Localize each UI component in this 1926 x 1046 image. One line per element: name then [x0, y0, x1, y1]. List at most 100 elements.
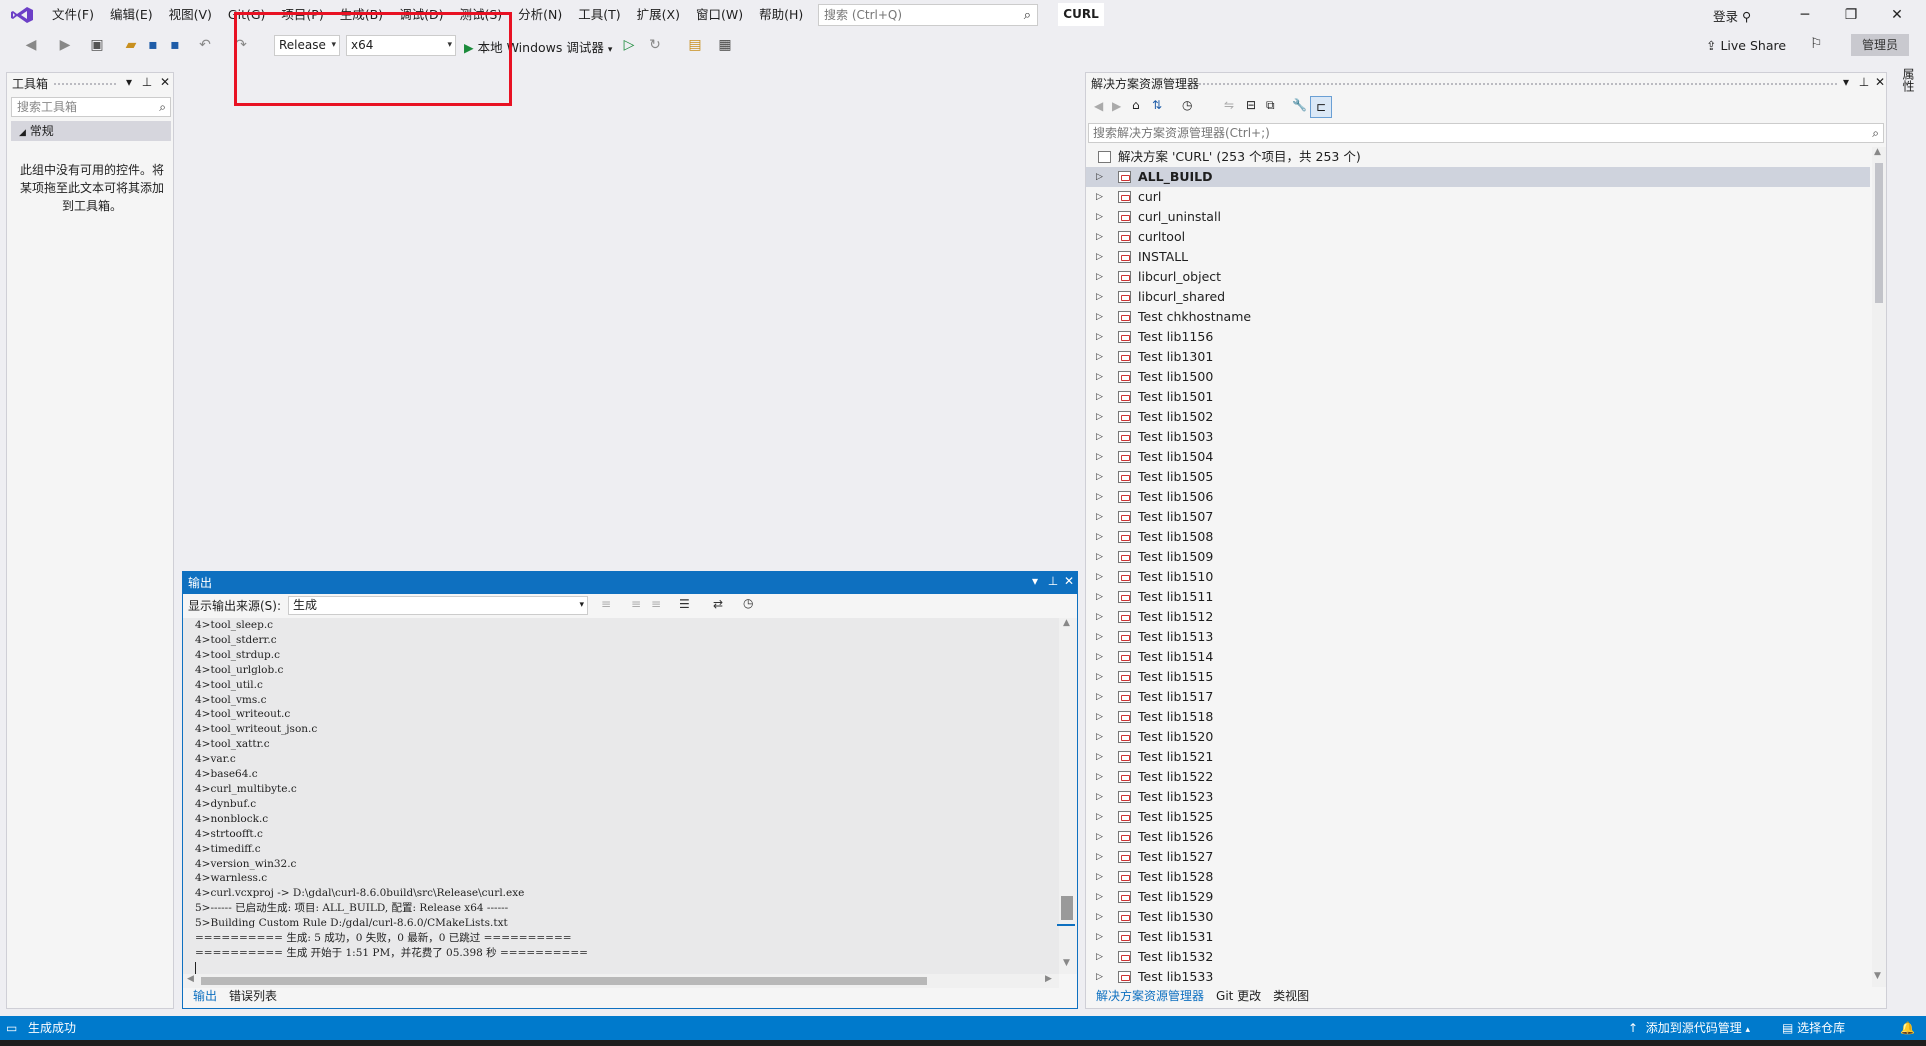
notifications-icon[interactable]: 🔔	[1900, 1016, 1915, 1040]
expand-icon[interactable]: ▷	[1096, 467, 1103, 487]
project-item[interactable]: ▷ Test lib1511	[1086, 587, 1870, 607]
source-control-button[interactable]: ↑ 添加到源代码管理 ▴	[1628, 1016, 1750, 1042]
undo-icon[interactable]: ↶	[196, 36, 214, 54]
project-item[interactable]: ▷ Test lib1508	[1086, 527, 1870, 547]
forward-icon[interactable]: ▶	[56, 36, 74, 54]
expand-icon[interactable]: ▷	[1096, 827, 1103, 847]
menu-item[interactable]: 编辑(E)	[102, 0, 161, 30]
project-item[interactable]: ▷ Test lib1520	[1086, 727, 1870, 747]
expand-icon[interactable]: ▷	[1096, 187, 1103, 207]
expand-icon[interactable]: ▷	[1096, 167, 1103, 187]
expand-icon[interactable]: ▷	[1096, 787, 1103, 807]
open-folder-icon[interactable]: ▰	[122, 36, 140, 54]
expand-icon[interactable]: ▷	[1096, 347, 1103, 367]
expand-icon[interactable]: ▷	[1096, 247, 1103, 267]
project-item[interactable]: ▷ libcurl_shared	[1086, 287, 1870, 307]
scroll-down-icon[interactable]: ▼	[1063, 958, 1070, 968]
close-window-button[interactable]: ✕	[1874, 0, 1920, 30]
project-item[interactable]: ▷ Test lib1301	[1086, 347, 1870, 367]
sync-icon[interactable]: ⇋	[1224, 98, 1234, 112]
preview-icon[interactable]: ⊏	[1310, 96, 1332, 118]
back-icon[interactable]: ◀	[22, 36, 40, 54]
pin-icon[interactable]: ⊥	[139, 75, 155, 89]
output-vertical-scrollbar[interactable]: ▲ ▼	[1057, 618, 1077, 974]
scroll-thumb[interactable]	[1061, 896, 1073, 920]
scroll-thumb[interactable]	[1875, 163, 1883, 303]
repo-button[interactable]: ▤ 选择仓库	[1782, 1016, 1845, 1040]
project-item[interactable]: ▷ curl	[1086, 187, 1870, 207]
expand-icon[interactable]: ▷	[1096, 967, 1103, 987]
expand-icon[interactable]: ▷	[1096, 687, 1103, 707]
scroll-right-icon[interactable]: ▶	[1045, 974, 1052, 984]
clock-icon[interactable]: ◷	[743, 596, 753, 610]
project-item[interactable]: ▷ curltool	[1086, 227, 1870, 247]
expand-icon[interactable]: ▷	[1096, 667, 1103, 687]
word-wrap-icon[interactable]: ⇄	[713, 597, 723, 611]
show-all-files-icon[interactable]: ⧉	[1266, 98, 1275, 113]
expand-icon[interactable]: ▷	[1096, 727, 1103, 747]
expand-icon[interactable]: ▷	[1096, 607, 1103, 627]
menu-item[interactable]: 文件(F)	[44, 0, 102, 30]
expand-icon[interactable]: ▷	[1096, 847, 1103, 867]
expand-icon[interactable]: ▷	[1096, 387, 1103, 407]
expand-icon[interactable]: ▷	[1096, 207, 1103, 227]
chevron-down-icon[interactable]: ▾	[1838, 75, 1854, 89]
close-icon[interactable]: ✕	[1061, 574, 1077, 588]
pending-changes-icon[interactable]: ◷	[1182, 98, 1192, 112]
browse-icon[interactable]: ▤	[686, 36, 704, 54]
expand-icon[interactable]: ▷	[1096, 947, 1103, 967]
close-icon[interactable]: ✕	[1872, 75, 1888, 89]
home-icon[interactable]: ⌂	[1132, 98, 1140, 112]
start-without-debugging-icon[interactable]: ▷	[620, 36, 638, 54]
minimize-button[interactable]: ─	[1782, 0, 1828, 30]
prev-message-icon[interactable]: ≡	[631, 597, 641, 611]
layout-icon[interactable]: ▦	[716, 36, 734, 54]
project-item[interactable]: ▷ Test lib1504	[1086, 447, 1870, 467]
expand-icon[interactable]: ▷	[1096, 627, 1103, 647]
expand-icon[interactable]: ▷	[1096, 327, 1103, 347]
menu-item[interactable]: 扩展(X)	[629, 0, 688, 30]
toolbox-group-general[interactable]: ◢ 常规	[11, 121, 171, 141]
menu-item[interactable]: 视图(V)	[161, 0, 220, 30]
project-item[interactable]: ▷ ALL_BUILD	[1086, 167, 1870, 187]
project-item[interactable]: ▷ Test lib1505	[1086, 467, 1870, 487]
scroll-up-icon[interactable]: ▲	[1063, 618, 1070, 628]
solution-explorer-search-input[interactable]: 搜索解决方案资源管理器(Ctrl+;) ⌕	[1088, 123, 1884, 143]
feedback-icon[interactable]: ⚐	[1810, 36, 1823, 52]
expand-icon[interactable]: ▷	[1096, 507, 1103, 527]
properties-side-tab[interactable]: 属性	[1893, 68, 1917, 92]
menu-item[interactable]: 分析(N)	[510, 0, 570, 30]
project-item[interactable]: ▷ Test lib1528	[1086, 867, 1870, 887]
expand-icon[interactable]: ▷	[1096, 867, 1103, 887]
project-item[interactable]: ▷ Test lib1533	[1086, 967, 1870, 987]
menu-item[interactable]: 工具(T)	[570, 0, 628, 30]
switch-views-icon[interactable]: ⇅	[1152, 98, 1162, 112]
expand-icon[interactable]: ▷	[1096, 287, 1103, 307]
project-item[interactable]: ▷ Test lib1506	[1086, 487, 1870, 507]
project-item[interactable]: ▷ Test lib1509	[1086, 547, 1870, 567]
toolbox-search-input[interactable]: 搜索工具箱 ⌕	[11, 97, 171, 117]
project-item[interactable]: ▷ Test lib1530	[1086, 907, 1870, 927]
project-item[interactable]: ▷ Test lib1156	[1086, 327, 1870, 347]
menu-item[interactable]: 帮助(H)	[751, 0, 811, 30]
close-icon[interactable]: ✕	[157, 75, 173, 89]
tab-error-list[interactable]: 错误列表	[223, 986, 283, 1006]
scroll-up-icon[interactable]: ▲	[1874, 147, 1881, 157]
expand-icon[interactable]: ▷	[1096, 807, 1103, 827]
project-item[interactable]: ▷ Test lib1517	[1086, 687, 1870, 707]
clear-all-icon[interactable]: ☰	[679, 597, 690, 611]
live-share-button[interactable]: ⇪ Live Share	[1706, 38, 1786, 53]
tab-output[interactable]: 输出	[187, 986, 223, 1006]
project-item[interactable]: ▷ Test lib1526	[1086, 827, 1870, 847]
expand-icon[interactable]: ▷	[1096, 447, 1103, 467]
collapse-all-icon[interactable]: ⊟	[1246, 98, 1256, 112]
expand-icon[interactable]: ▷	[1096, 547, 1103, 567]
scroll-down-icon[interactable]: ▼	[1874, 971, 1881, 981]
expand-icon[interactable]: ▷	[1096, 587, 1103, 607]
new-project-icon[interactable]: ▣	[88, 36, 106, 54]
expand-icon[interactable]: ▷	[1096, 707, 1103, 727]
login-button[interactable]: 登录 ⚲	[1713, 6, 1751, 25]
tab-class-view[interactable]: 类视图	[1267, 986, 1315, 1006]
expand-icon[interactable]: ▷	[1096, 567, 1103, 587]
next-message-icon[interactable]: ≡	[651, 597, 661, 611]
